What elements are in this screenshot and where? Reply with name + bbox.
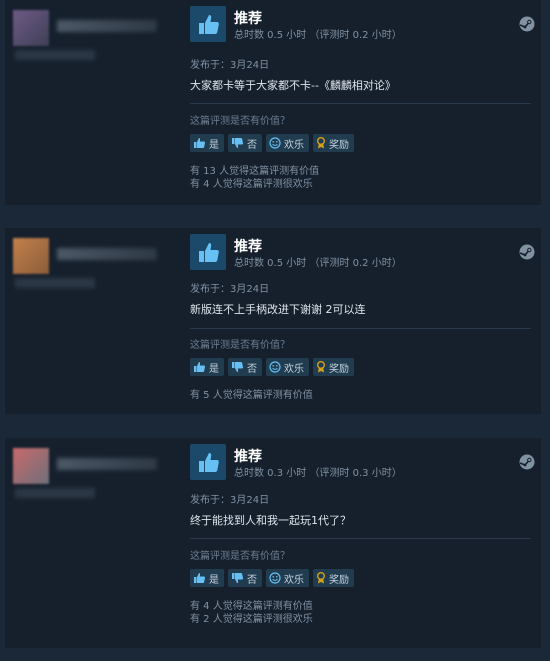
funny-count: 有 4 人觉得这篇评测很欢乐: [190, 179, 313, 190]
recommendation-header: 推荐 总时数 0.3 小时 （评测时 0.3 小时）: [190, 444, 541, 482]
smiley-icon: [269, 572, 281, 584]
vote-yes-button[interactable]: 是: [190, 569, 224, 587]
steam-icon[interactable]: [519, 244, 535, 264]
thumbs-up-icon: [193, 572, 206, 584]
helpful-question: 这篇评测是否有价值？: [190, 551, 290, 562]
award-label: 奖励: [329, 139, 349, 151]
review-text: 终于能找到人和我一起玩1代了？: [190, 514, 351, 527]
smiley-icon: [269, 137, 281, 149]
helpful-count: 有 13 人觉得这篇评测有价值: [190, 166, 320, 177]
steam-icon[interactable]: [519, 454, 535, 474]
helpful-question: 这篇评测是否有价值？: [190, 340, 290, 351]
award-label: 奖励: [329, 574, 349, 586]
award-button[interactable]: 奖励: [313, 134, 354, 152]
helpful-stats: 有 13 人觉得这篇评测有价值 有 4 人觉得这篇评测很欢乐: [190, 165, 319, 191]
avatar[interactable]: [13, 10, 49, 46]
divider: [190, 103, 531, 104]
avatar[interactable]: [13, 238, 49, 274]
reviewer-name[interactable]: [57, 248, 157, 260]
thumbs-up-icon: [190, 444, 226, 480]
vote-no-label: 否: [247, 363, 257, 375]
award-button[interactable]: 奖励: [313, 569, 354, 587]
smiley-icon: [269, 361, 281, 373]
review-card: 推荐 总时数 0.3 小时 （评测时 0.3 小时） 发布于：3月24日 终于能…: [5, 438, 541, 648]
playtime: 总时数 0.3 小时 （评测时 0.3 小时）: [234, 468, 402, 479]
award-icon: [316, 361, 326, 373]
recommendation-header: 推荐 总时数 0.5 小时 （评测时 0.2 小时）: [190, 234, 541, 272]
posted-date: 发布于：3月24日: [190, 284, 270, 295]
thumbs-up-icon: [193, 137, 206, 149]
vote-funny-button[interactable]: 欢乐: [266, 569, 309, 587]
thumbs-up-icon: [190, 234, 226, 270]
review-text: 大家都卡等于大家都不卡--《麟麟相对论》: [190, 79, 396, 92]
vote-no-button[interactable]: 否: [228, 134, 262, 152]
vote-funny-label: 欢乐: [284, 363, 304, 375]
vote-buttons: 是 否 欢乐 奖励: [190, 358, 354, 376]
posted-date: 发布于：3月24日: [190, 495, 270, 506]
steam-icon[interactable]: [519, 16, 535, 36]
vote-no-label: 否: [247, 139, 257, 151]
vote-yes-label: 是: [209, 139, 219, 151]
thumbs-down-icon: [231, 572, 244, 584]
thumbs-down-icon: [231, 137, 244, 149]
recommendation-label: 推荐: [234, 449, 262, 465]
review-body: 推荐 总时数 0.3 小时 （评测时 0.3 小时） 发布于：3月24日 终于能…: [190, 438, 541, 648]
recommendation-label: 推荐: [234, 239, 262, 255]
playtime: 总时数 0.5 小时 （评测时 0.2 小时）: [234, 30, 402, 41]
vote-funny-label: 欢乐: [284, 139, 304, 151]
playtime: 总时数 0.5 小时 （评测时 0.2 小时）: [234, 258, 402, 269]
funny-count: 有 2 人觉得这篇评测很欢乐: [190, 614, 313, 625]
thumbs-up-icon: [193, 361, 206, 373]
review-body: 推荐 总时数 0.5 小时 （评测时 0.2 小时） 发布于：3月24日 大家都…: [190, 0, 541, 205]
divider: [190, 328, 531, 329]
posted-date: 发布于：3月24日: [190, 60, 270, 71]
reviewer-info: [5, 0, 185, 205]
vote-funny-button[interactable]: 欢乐: [266, 358, 309, 376]
vote-yes-button[interactable]: 是: [190, 134, 224, 152]
review-body: 推荐 总时数 0.5 小时 （评测时 0.2 小时） 发布于：3月24日 新版连…: [190, 228, 541, 414]
reviewer-meta: [15, 278, 95, 288]
helpful-count: 有 4 人觉得这篇评测有价值: [190, 601, 313, 612]
review-card: 推荐 总时数 0.5 小时 （评测时 0.2 小时） 发布于：3月24日 大家都…: [5, 0, 541, 205]
review-card: 推荐 总时数 0.5 小时 （评测时 0.2 小时） 发布于：3月24日 新版连…: [5, 228, 541, 414]
vote-yes-button[interactable]: 是: [190, 358, 224, 376]
avatar[interactable]: [13, 448, 49, 484]
vote-no-button[interactable]: 否: [228, 569, 262, 587]
recommendation-label: 推荐: [234, 11, 262, 27]
reviewer-name[interactable]: [57, 458, 157, 470]
award-label: 奖励: [329, 363, 349, 375]
review-text: 新版连不上手柄改进下谢谢 2可以连: [190, 303, 366, 316]
helpful-stats: 有 5 人觉得这篇评测有价值: [190, 389, 313, 402]
vote-funny-button[interactable]: 欢乐: [266, 134, 309, 152]
recommendation-header: 推荐 总时数 0.5 小时 （评测时 0.2 小时）: [190, 6, 541, 44]
vote-buttons: 是 否 欢乐 奖励: [190, 134, 354, 152]
reviewer-meta: [15, 50, 95, 60]
reviewer-name[interactable]: [57, 20, 157, 32]
reviewer-info: [5, 438, 185, 648]
vote-no-label: 否: [247, 574, 257, 586]
reviewer-info: [5, 228, 185, 414]
reviewer-meta: [15, 488, 95, 498]
thumbs-up-icon: [190, 6, 226, 42]
helpful-stats: 有 4 人觉得这篇评测有价值 有 2 人觉得这篇评测很欢乐: [190, 600, 313, 626]
divider: [190, 538, 531, 539]
award-icon: [316, 137, 326, 149]
vote-yes-label: 是: [209, 574, 219, 586]
vote-yes-label: 是: [209, 363, 219, 375]
helpful-question: 这篇评测是否有价值？: [190, 116, 290, 127]
thumbs-down-icon: [231, 361, 244, 373]
award-button[interactable]: 奖励: [313, 358, 354, 376]
vote-funny-label: 欢乐: [284, 574, 304, 586]
vote-no-button[interactable]: 否: [228, 358, 262, 376]
vote-buttons: 是 否 欢乐 奖励: [190, 569, 354, 587]
award-icon: [316, 572, 326, 584]
helpful-count: 有 5 人觉得这篇评测有价值: [190, 390, 313, 401]
